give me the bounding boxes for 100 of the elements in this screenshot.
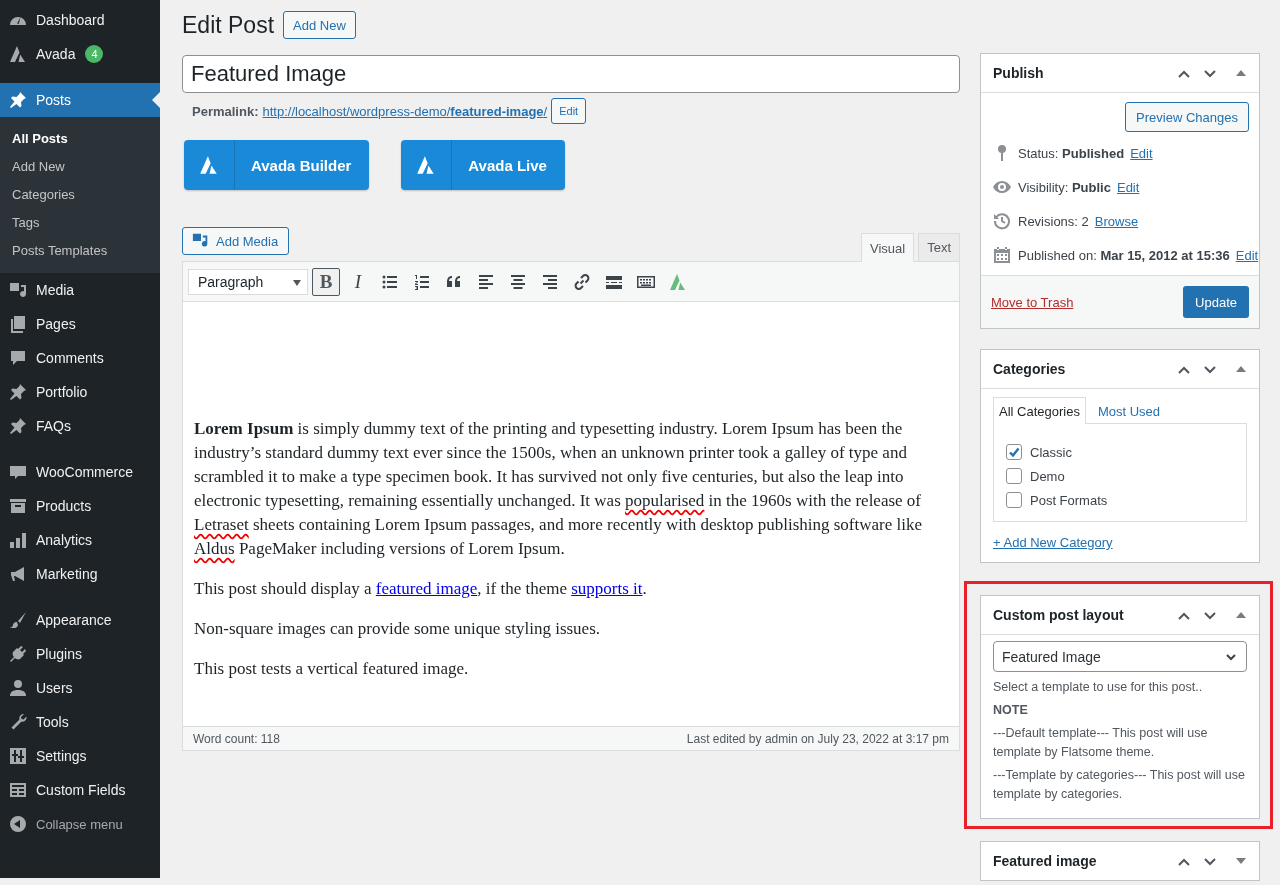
add-new-button[interactable]: Add New xyxy=(283,11,356,39)
text-link[interactable]: supports it xyxy=(571,579,643,598)
submenu-item[interactable]: Tags xyxy=(0,208,160,236)
editor-tab[interactable]: Visual xyxy=(860,233,915,262)
builder-button[interactable]: Avada Builder xyxy=(184,140,370,190)
edit-link[interactable]: Browse xyxy=(1094,213,1139,229)
box-title: Categories xyxy=(993,361,1067,377)
menu-item[interactable]: Comments xyxy=(0,341,160,375)
status-text: Visibility: Public xyxy=(1018,179,1111,195)
category-tab[interactable]: Most Used xyxy=(1091,397,1167,424)
triangle-logo-icon xyxy=(8,44,28,64)
editor-tab[interactable]: Text xyxy=(918,233,960,261)
submenu-item[interactable]: Categories xyxy=(0,180,160,208)
permalink-link[interactable]: http://localhost/wordpress-demo/featured-image/ xyxy=(262,103,548,119)
move-to-trash-link[interactable]: Move to Trash xyxy=(991,294,1074,310)
menu-item[interactable]: Users xyxy=(0,671,160,705)
menu-item[interactable]: FAQs xyxy=(0,409,160,443)
collapse-menu-button[interactable]: Collapse menu xyxy=(0,807,160,841)
pushpin-icon xyxy=(8,382,28,402)
menu-item[interactable]: Posts xyxy=(0,83,160,117)
menu-item[interactable]: Appearance xyxy=(0,603,160,637)
checkbox[interactable] xyxy=(1006,444,1022,460)
table-grid-icon xyxy=(8,780,28,800)
add-media-button[interactable]: Add Media xyxy=(182,227,290,255)
preview-changes-button[interactable]: Preview Changes xyxy=(1125,102,1249,132)
category-tab[interactable]: All Categories xyxy=(993,397,1086,424)
speech-bubble-icon xyxy=(8,348,28,368)
checkbox[interactable] xyxy=(1006,492,1022,508)
menu-item[interactable]: Custom Fields xyxy=(0,773,160,807)
menu-item[interactable]: Dashboard xyxy=(0,3,160,37)
checkbox-label[interactable]: Demo xyxy=(1030,468,1065,484)
paragraph-text: This post tests a vertical featured image. xyxy=(194,658,470,680)
menu-item[interactable]: Plugins xyxy=(0,637,160,671)
pushpin-icon xyxy=(8,90,28,110)
add-category-link[interactable]: + Add New Category xyxy=(993,535,1113,550)
word-count: Word count: 118 xyxy=(193,731,280,746)
note-text: ---Template by categories--- This post will use template by categories. xyxy=(993,767,1246,803)
update-button[interactable]: Update xyxy=(1183,286,1249,318)
title-field[interactable]: Featured Image xyxy=(182,55,960,93)
calendar-icon xyxy=(992,245,1012,265)
edit-link[interactable]: Edit xyxy=(1116,179,1140,195)
page-title: Edit Post xyxy=(182,11,275,40)
status-text: Status: Published xyxy=(1018,145,1125,161)
submenu-item[interactable]: Posts Templates xyxy=(0,236,160,264)
help-text: Select a template to use for this post.. xyxy=(993,679,1204,696)
box-title: Featured image xyxy=(993,853,1098,869)
paragraph-text: Non-square images can provide some unique styling issues. xyxy=(194,618,602,640)
note-heading: NOTE xyxy=(993,702,1029,719)
checkbox-label[interactable]: Post Formats xyxy=(1030,492,1108,508)
permalink-label: Permalink: xyxy=(192,103,259,119)
edit-link[interactable]: Edit xyxy=(1130,145,1153,161)
menu-item[interactable]: Products xyxy=(0,489,160,523)
menu-item[interactable]: Settings xyxy=(0,739,160,773)
note-text: ---Default template--- This post will use template by Flatsome theme. xyxy=(993,725,1209,761)
submenu-item[interactable]: Add New xyxy=(0,152,160,180)
menu-item[interactable]: Pages xyxy=(0,307,160,341)
submenu-item[interactable]: All Posts xyxy=(0,124,160,152)
last-edited-text: Last edited by admin on July 23, 2022 at 3:17 pm xyxy=(686,731,949,746)
status-text: Published on: Mar 15, 2012 at 15:36 xyxy=(1018,247,1230,263)
checkbox-label[interactable]: Classic xyxy=(1030,444,1072,460)
sliders-icon xyxy=(8,746,28,766)
menu-item[interactable]: Media xyxy=(0,273,160,307)
box-title: Custom post layout xyxy=(993,607,1125,623)
caret-icon xyxy=(293,277,301,286)
menu-item[interactable]: Marketing xyxy=(0,557,160,591)
paragraph-text: Lorem Ipsum is simply dummy text of the printing and typesetting industry. Lorem Ipsum has been the industry’s standard dummy text ever since the 1500s, when an unknown printer took a galley of type and scrambled it to make a type specimen book. It has survived not only five centuries, but also the leap into electronic typesetting, remaining essentially unchanged. It was popularised in the 1960s with the release of Letraset sheets containing Lorem Ipsum passages, and more recently with desktop publishing software like Aldus PageMaker including versions of Lorem Ipsum. xyxy=(194,418,923,560)
plug-icon xyxy=(8,644,28,664)
collapse-arrow-icon xyxy=(8,814,28,834)
triangle-up-icon xyxy=(1236,610,1246,620)
template-select[interactable]: Featured Image xyxy=(993,641,1247,672)
menu-item[interactable]: Portfolio xyxy=(0,375,160,409)
checkmark-icon xyxy=(1007,445,1021,459)
menu-item[interactable]: Analytics xyxy=(0,523,160,557)
pushpin-icon xyxy=(8,416,28,436)
menu-item[interactable]: Tools xyxy=(0,705,160,739)
status-text: Revisions: 2 xyxy=(1018,213,1089,229)
paragraph-text: This post should display a featured image, if the theme supports it. xyxy=(194,578,648,600)
italic-button[interactable]: I xyxy=(344,267,372,296)
menu-item[interactable]: WooCommerce xyxy=(0,455,160,489)
builder-button[interactable]: Avada Live xyxy=(401,140,565,190)
triangle-up-icon xyxy=(1236,68,1246,78)
triangle-down-icon xyxy=(1236,856,1246,866)
archive-box-icon xyxy=(8,496,28,516)
edit-button[interactable]: Edit xyxy=(551,98,587,124)
checkbox[interactable] xyxy=(1006,468,1022,484)
format-dropdown[interactable]: Paragraph xyxy=(188,268,308,295)
edit-link[interactable]: Edit xyxy=(1235,247,1259,263)
text-link[interactable]: featured image xyxy=(375,579,478,598)
pointer-notch xyxy=(152,92,160,108)
link-icon xyxy=(572,271,592,292)
box-title: Publish xyxy=(993,65,1045,81)
triangle-up-icon xyxy=(1236,364,1246,374)
bar-chart-icon xyxy=(8,530,28,550)
menu-item[interactable]: Avada 4 xyxy=(0,37,160,71)
count-badge: 4 xyxy=(85,45,104,63)
clock-history-icon xyxy=(992,211,1012,231)
pages-icon xyxy=(8,314,28,334)
bold-button[interactable]: B xyxy=(312,267,340,296)
person-icon xyxy=(8,678,28,698)
media-icon xyxy=(8,280,28,300)
